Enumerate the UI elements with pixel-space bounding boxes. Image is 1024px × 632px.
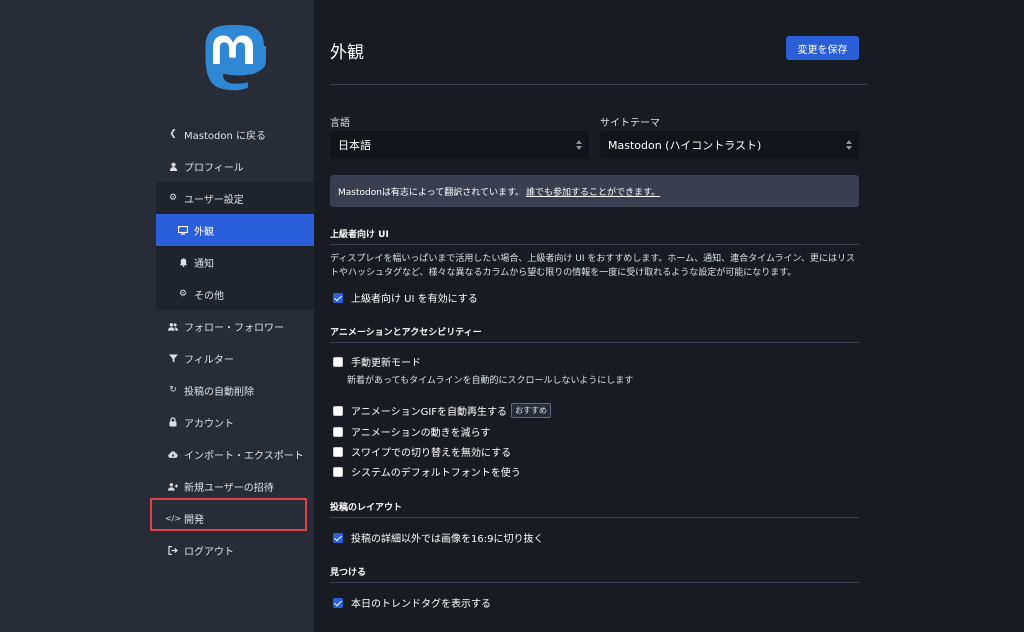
sidebar-item-account[interactable]: アカウント xyxy=(0,406,314,438)
filter-icon xyxy=(168,353,178,363)
system-font-checkbox-row[interactable]: システムのデフォルトフォントを使う xyxy=(333,464,521,479)
sidebar: ❮ Mastodon に戻る プロフィール ⚙ ユーザー設定 外観 通知 ⚙ そ… xyxy=(0,0,314,632)
nav-label: 外観 xyxy=(194,226,214,238)
trends-checkbox-row[interactable]: 本日のトレンドタグを表示する xyxy=(333,595,491,610)
reduce-motion-checkbox-row[interactable]: アニメーションの動きを減らす xyxy=(333,424,490,439)
sign-out-icon xyxy=(168,545,178,555)
reduce-motion-checkbox[interactable] xyxy=(333,426,343,437)
nav-label: 通知 xyxy=(194,258,214,270)
crop-images-checkbox[interactable] xyxy=(333,532,343,543)
desktop-icon xyxy=(178,225,188,235)
user-icon xyxy=(168,161,178,171)
language-value: 日本語 xyxy=(338,139,371,152)
gear-icon: ⚙ xyxy=(168,193,178,203)
sidebar-item-notifications[interactable]: 通知 xyxy=(156,246,314,278)
disable-swipe-checkbox[interactable] xyxy=(333,446,343,457)
section-heading-advanced: 上級者向け UI xyxy=(330,227,859,245)
cog-icon: ⚙ xyxy=(178,289,188,299)
checkbox-label: 手動更新モード xyxy=(351,358,421,369)
notice-text: Mastodonは有志によって翻訳されています。 xyxy=(338,187,525,198)
advanced-ui-checkbox-row[interactable]: 上級者向け UI を有効にする xyxy=(333,290,478,305)
nav-label: アカウント xyxy=(184,418,234,430)
chevron-left-icon: ❮ xyxy=(169,129,177,139)
language-select[interactable]: 日本語 xyxy=(330,131,589,159)
section-heading-discovery: 見つける xyxy=(330,565,859,583)
manual-refresh-checkbox[interactable] xyxy=(333,356,343,367)
code-icon: </> xyxy=(164,513,182,523)
nav-label: その他 xyxy=(194,290,224,302)
sidebar-item-profile[interactable]: プロフィール xyxy=(0,150,314,182)
back-to-mastodon-link[interactable]: ❮ Mastodon に戻る xyxy=(0,118,314,150)
sidebar-item-preferences[interactable]: ⚙ ユーザー設定 xyxy=(156,182,314,214)
select-arrows-icon xyxy=(575,138,583,152)
sidebar-item-statuses-cleanup[interactable]: ↻ 投稿の自動削除 xyxy=(0,374,314,406)
lock-icon xyxy=(168,417,178,427)
autoplay-gif-checkbox-row[interactable]: アニメーションGIFを自動再生する おすすめ xyxy=(333,403,552,418)
nav-label: プロフィール xyxy=(184,162,244,174)
sidebar-item-invites[interactable]: 新規ユーザーの招待 xyxy=(0,470,314,502)
checkbox-label: 上級者向け UI を有効にする xyxy=(351,294,478,305)
nav-label: 新規ユーザーの招待 xyxy=(184,482,274,494)
checkbox-label: アニメーションの動きを減らす xyxy=(351,428,491,439)
recommended-badge: おすすめ xyxy=(511,403,552,418)
checkbox-label: アニメーションGIFを自動再生する xyxy=(351,407,508,418)
bell-icon xyxy=(178,257,188,267)
checkbox-label: システムのデフォルトフォントを使う xyxy=(351,468,521,479)
nav-label: フォロー・フォロワー xyxy=(184,322,284,334)
sidebar-item-development[interactable]: </> 開発 xyxy=(0,502,314,534)
cloud-download-icon xyxy=(168,449,178,459)
system-font-checkbox[interactable] xyxy=(333,466,343,477)
trends-checkbox[interactable] xyxy=(333,597,343,608)
section-heading-animation: アニメーションとアクセシビリティー xyxy=(330,325,859,343)
theme-value: Mastodon (ハイコントラスト) xyxy=(608,139,762,152)
sidebar-item-appearance[interactable]: 外観 xyxy=(156,214,314,246)
history-icon: ↻ xyxy=(169,385,177,395)
sidebar-item-relationships[interactable]: フォロー・フォロワー xyxy=(0,310,314,342)
autoplay-gif-checkbox[interactable] xyxy=(333,405,343,416)
sidebar-item-other[interactable]: ⚙ その他 xyxy=(156,278,314,310)
sidebar-item-logout[interactable]: ログアウト xyxy=(0,534,314,566)
checkbox-label: スワイプでの切り替えを無効にする xyxy=(351,448,512,459)
divider xyxy=(330,84,867,85)
nav-label: フィルター xyxy=(184,354,234,366)
checkbox-label: 本日のトレンドタグを表示する xyxy=(351,599,491,610)
disable-swipe-checkbox-row[interactable]: スワイプでの切り替えを無効にする xyxy=(333,444,511,459)
nav-label: インポート・エクスポート xyxy=(184,450,304,462)
crop-images-checkbox-row[interactable]: 投稿の詳細以外では画像を16:9に切り抜く xyxy=(333,530,543,545)
sidebar-item-filters[interactable]: フィルター xyxy=(0,342,314,374)
users-icon xyxy=(168,321,178,331)
sidebar-item-import-export[interactable]: インポート・エクスポート xyxy=(0,438,314,470)
theme-label: サイトテーマ xyxy=(600,118,660,129)
section-heading-layout: 投稿のレイアウト xyxy=(330,500,859,518)
manual-refresh-hint: 新着があってもタイムラインを自動的にスクロールしないようにします xyxy=(347,376,634,386)
select-arrows-icon xyxy=(845,138,853,152)
nav-label: Mastodon に戻る xyxy=(184,130,266,142)
advanced-ui-checkbox[interactable] xyxy=(333,292,343,303)
language-label: 言語 xyxy=(330,118,350,129)
nav-label: 開発 xyxy=(184,514,204,526)
theme-select[interactable]: Mastodon (ハイコントラスト) xyxy=(600,131,859,159)
checkbox-label: 投稿の詳細以外では画像を16:9に切り抜く xyxy=(351,534,544,545)
manual-refresh-checkbox-row[interactable]: 手動更新モード xyxy=(333,354,421,369)
nav-label: ログアウト xyxy=(184,546,234,558)
translation-notice: Mastodonは有志によって翻訳されています。 誰でも参加することができます。 xyxy=(330,175,859,207)
notice-link[interactable]: 誰でも参加することができます。 xyxy=(526,185,660,198)
advanced-description: ディスプレイを幅いっぱいまで活用したい場合、上級者向け UI をおすすめします。… xyxy=(330,254,855,278)
nav-label: 投稿の自動削除 xyxy=(184,386,254,398)
page-title: 外観 xyxy=(330,43,364,63)
mastodon-logo xyxy=(205,25,266,91)
save-button[interactable]: 変更を保存 xyxy=(786,36,859,60)
user-plus-icon xyxy=(168,481,178,491)
nav-label: ユーザー設定 xyxy=(184,194,244,206)
settings-nav: ❮ Mastodon に戻る プロフィール ⚙ ユーザー設定 外観 通知 ⚙ そ… xyxy=(0,118,314,566)
